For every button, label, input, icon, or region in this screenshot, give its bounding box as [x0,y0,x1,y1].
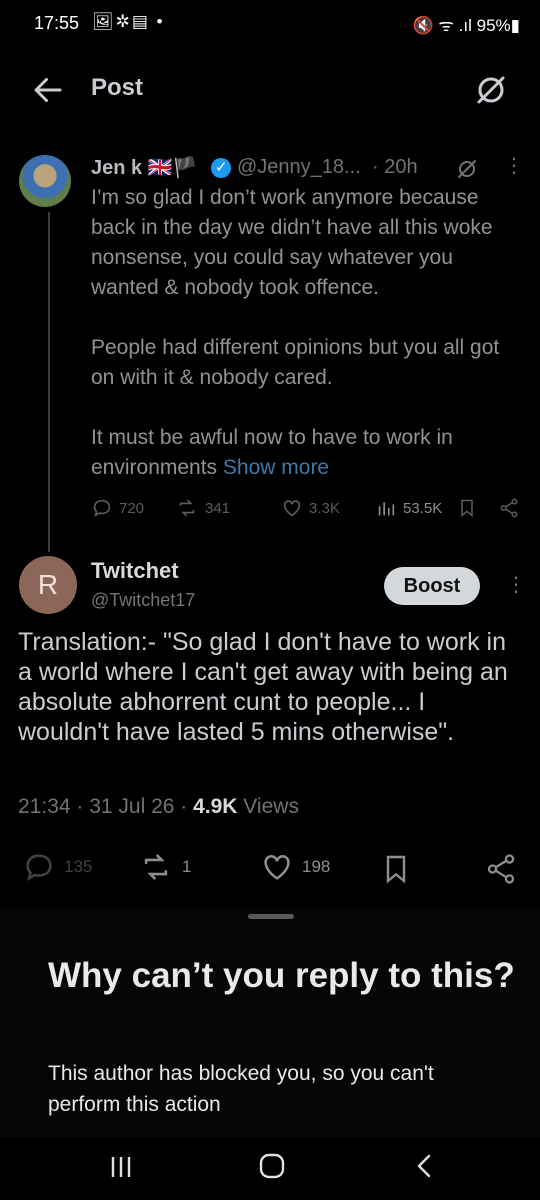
parent-action-bar: 720 341 3.3K 53.5K [91,497,521,521]
tweet-paragraph: People had different opinions but you al… [91,336,500,389]
reply-icon [93,499,111,518]
like-button[interactable]: 3.3K [281,497,340,519]
like-button[interactable]: 198 [260,850,330,884]
share-icon[interactable] [484,852,518,886]
tweet-paragraph: It must be awful now to have to work in … [91,426,453,479]
views-label: Views [237,795,299,818]
repost-button[interactable]: 1 [138,850,191,884]
reply-button[interactable]: 720 [91,497,144,519]
parent-author-name[interactable]: Jen k 🇬🇧🏴 [91,155,198,180]
tweet-paragraph: I’m so glad I don’t work anymore because… [91,186,493,299]
status-bar: 17:55 🖼✲▤ • 🔇 ᯤ .ıl 95%▮ [0,0,540,50]
page-title: Post [91,74,144,101]
bookmark-icon[interactable] [380,852,412,886]
heart-icon [283,500,301,517]
grok-icon[interactable] [455,157,479,181]
parent-timestamp: · 20h [372,156,418,178]
more-options-icon[interactable]: ⋮ [504,153,524,178]
tweet-meta: 21:34 · 31 Jul 26 · 4.9K Views [18,795,299,819]
reply-count: 135 [64,857,93,876]
thread-line [48,212,50,552]
author-handle[interactable]: @Twitchet17 [91,590,195,611]
tweet-text: Translation:- "So glad I don't have to w… [18,628,508,746]
avatar-letter: R [37,569,59,600]
repost-icon [179,499,195,517]
heart-icon [264,855,290,880]
parent-tweet-text: I’m so glad I don’t work anymore because… [91,183,521,483]
avatar[interactable] [19,155,71,207]
parent-author-handle[interactable]: @Jenny_18... [237,156,361,179]
repost-count: 1 [182,857,192,876]
action-bar: 135 1 198 [0,850,540,886]
home-icon[interactable] [258,1152,286,1180]
views-count: 4.9K [193,795,238,818]
bookmark-icon[interactable] [457,497,477,519]
views-count: 53.5K [403,499,443,517]
reply-count: 720 [119,499,145,517]
sheet-drag-handle[interactable] [248,914,294,919]
author-name[interactable]: Twitchet [91,558,179,584]
sheet-title: Why can’t you reply to this? [48,956,515,995]
share-icon[interactable] [498,497,520,519]
back-arrow-icon[interactable] [30,72,66,108]
verified-badge-icon [211,158,231,178]
grok-icon[interactable] [471,70,511,110]
like-count: 3.3K [309,499,340,517]
reply-icon [26,854,52,882]
avatar[interactable]: R [19,556,77,614]
top-app-bar: Post [0,50,540,130]
notification-icons: 🖼✲▤ • [92,12,165,31]
show-more-link[interactable]: Show more [223,456,329,479]
views-button[interactable]: 53.5K [375,497,442,519]
repost-count: 341 [205,499,231,517]
system-icons: 🔇 ᯤ .ıl 95%▮ [412,16,520,35]
like-count: 198 [302,857,331,876]
more-options-icon[interactable]: ⋮ [506,572,526,597]
status-time: 17:55 [34,13,80,33]
recents-icon[interactable] [108,1153,134,1181]
repost-button[interactable]: 341 [175,497,230,519]
reply-button[interactable]: 135 [22,850,92,884]
sheet-message: This author has blocked you, so you can'… [48,1062,434,1116]
views-chart-icon [378,502,395,516]
boost-button[interactable]: Boost [384,567,480,605]
back-icon[interactable] [413,1152,435,1180]
tweet-timestamp: 21:34 · 31 Jul 26 · [18,795,194,818]
repost-icon [144,854,168,880]
